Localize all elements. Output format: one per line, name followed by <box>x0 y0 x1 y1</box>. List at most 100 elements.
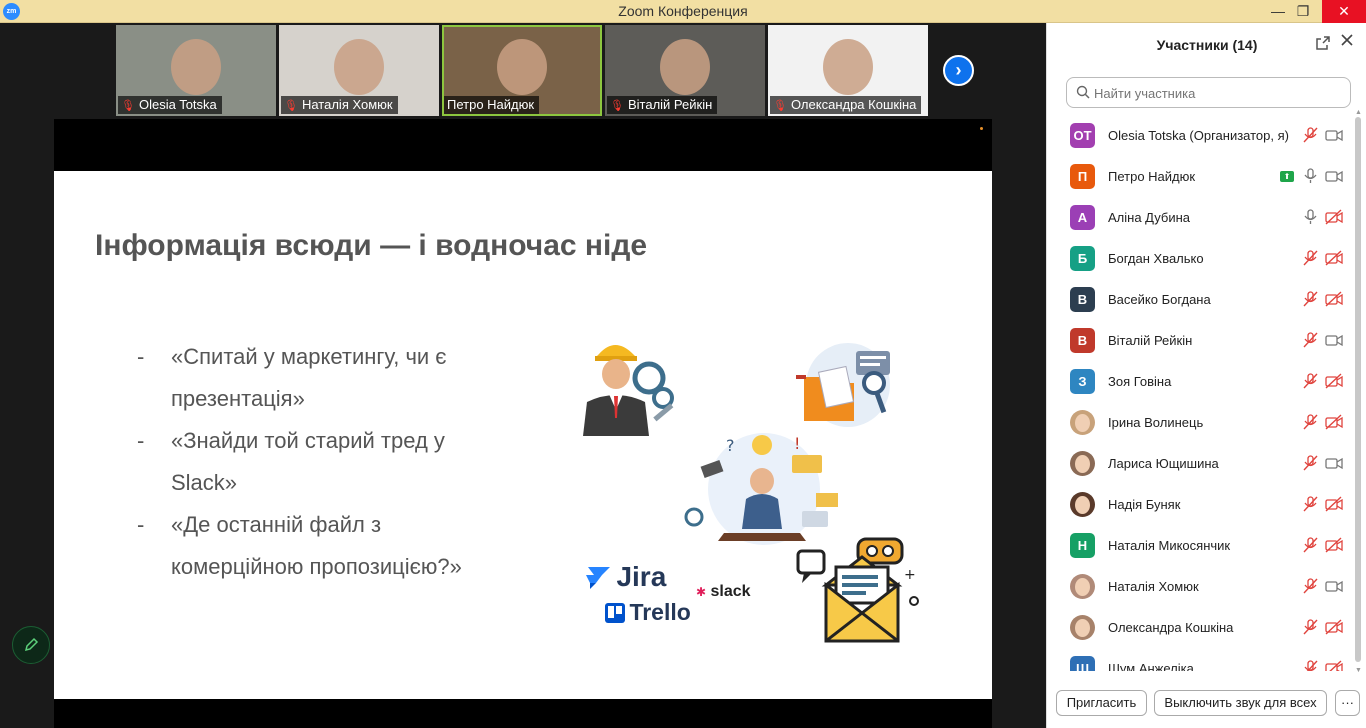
video-off-icon[interactable] <box>1325 537 1343 553</box>
mic-muted-icon: 🎙 <box>610 100 624 112</box>
video-on-icon[interactable] <box>1325 578 1343 594</box>
mic-on-icon[interactable] <box>1302 209 1320 225</box>
maximize-button[interactable]: ❐ <box>1281 0 1325 23</box>
svg-text:?: ? <box>726 436 735 455</box>
participant-row[interactable]: В Віталій Рейкін <box>1047 320 1357 361</box>
mic-muted-icon[interactable] <box>1302 414 1320 430</box>
avatar: Н <box>1070 533 1095 558</box>
participant-row[interactable]: Лариса Ющишина <box>1047 443 1357 484</box>
video-participant-name: Віталій Рейкін <box>627 97 713 112</box>
participants-list: ОТ Olesia Totska (Организатор, я) П Петро Н… <box>1047 115 1357 671</box>
mic-muted-icon[interactable] <box>1302 332 1320 348</box>
participant-row[interactable]: Ірина Волинець <box>1047 402 1357 443</box>
avatar: ОТ <box>1070 123 1095 148</box>
slide: Інформація всюди — і водночас ніде - «Спи… <box>54 171 992 699</box>
participant-name: Петро Найдюк <box>1108 169 1196 184</box>
mic-muted-icon[interactable] <box>1302 660 1320 671</box>
mic-muted-icon[interactable] <box>1302 373 1320 389</box>
video-thumbnail[interactable]: 🎙 Віталій Рейкін <box>605 25 765 116</box>
screen-sharing-icon: ⬆ <box>1280 171 1294 182</box>
folder-search-illustration-icon <box>796 343 890 427</box>
video-on-icon[interactable] <box>1325 455 1343 471</box>
mic-muted-icon[interactable] <box>1302 619 1320 635</box>
mic-muted-icon[interactable] <box>1302 537 1320 553</box>
multitasking-illustration-icon: ? ! <box>684 433 838 545</box>
video-thumbnail[interactable]: 🎙 Олександра Кошкіна <box>768 25 928 116</box>
scroll-down-arrow-icon[interactable]: ▼ <box>1355 667 1362 674</box>
mic-muted-icon[interactable] <box>1302 127 1320 143</box>
participant-row[interactable]: Наталія Хомюк <box>1047 566 1357 607</box>
mic-muted-icon[interactable] <box>1302 250 1320 266</box>
participant-row[interactable]: Н Наталія Микосянчик <box>1047 525 1357 566</box>
participant-row[interactable]: А Аліна Дубина <box>1047 197 1357 238</box>
participant-row[interactable]: ОТ Olesia Totska (Организатор, я) <box>1047 115 1357 156</box>
mute-all-button[interactable]: Выключить звук для всех <box>1154 690 1327 716</box>
video-on-icon[interactable] <box>1325 332 1343 348</box>
video-on-icon[interactable] <box>1325 168 1343 184</box>
participant-name: Olesia Totska (Организатор, я) <box>1108 128 1289 143</box>
video-off-icon[interactable] <box>1325 619 1343 635</box>
scrollbar[interactable] <box>1355 117 1361 662</box>
video-off-icon[interactable] <box>1325 209 1343 225</box>
mic-muted-icon[interactable] <box>1302 455 1320 471</box>
slide-bullet: - «Де останній файл з комерційною пропози… <box>137 512 462 579</box>
participant-search[interactable] <box>1066 77 1351 108</box>
mic-muted-icon[interactable] <box>1302 496 1320 512</box>
popout-icon[interactable] <box>1315 35 1331 51</box>
avatar <box>1070 492 1095 517</box>
avatar: В <box>1070 287 1095 312</box>
close-panel-icon[interactable] <box>1340 33 1356 49</box>
next-page-arrow-icon[interactable]: › <box>943 55 974 86</box>
participant-name: Богдан Хвалько <box>1108 251 1204 266</box>
video-participant-name: Olesia Totska <box>138 97 217 112</box>
participant-name: Зоя Говіна <box>1108 374 1172 389</box>
close-button[interactable]: ✕ <box>1322 0 1366 23</box>
avatar <box>1070 574 1095 599</box>
slide-bullet: - «Знайди той старий тред у Slack» <box>137 428 445 495</box>
video-off-icon[interactable] <box>1325 373 1343 389</box>
video-off-icon[interactable] <box>1325 496 1343 512</box>
avatar: Ш <box>1070 656 1095 671</box>
avatar: А <box>1070 205 1095 230</box>
participant-row[interactable]: В Васейко Богдана <box>1047 279 1357 320</box>
window-title: Zoom Конференция <box>618 3 748 19</box>
participant-row[interactable]: Олександра Кошкіна <box>1047 607 1357 648</box>
avatar: З <box>1070 369 1095 394</box>
more-options-button[interactable]: ··· <box>1335 690 1360 716</box>
screen-share: Інформація всюди — і водночас ніде - «Спи… <box>54 119 992 728</box>
envelope-messages-illustration-icon: + <box>796 537 919 643</box>
participant-row[interactable]: П Петро Найдюк ⬆ <box>1047 156 1357 197</box>
svg-text:+: + <box>904 567 916 583</box>
participant-row[interactable]: З Зоя Говіна <box>1047 361 1357 402</box>
participant-row[interactable]: Б Богдан Хвалько <box>1047 238 1357 279</box>
participant-video-face <box>497 39 547 95</box>
participant-row[interactable]: Ш Шум Анжеліка <box>1047 648 1357 671</box>
video-on-icon[interactable] <box>1325 127 1343 143</box>
annotate-pen-button[interactable] <box>12 626 50 664</box>
slide-title: Інформація всюди — і водночас ніде <box>95 229 648 262</box>
mic-muted-icon[interactable] <box>1302 578 1320 594</box>
search-input[interactable] <box>1094 83 1344 103</box>
participant-name: Віталій Рейкін <box>1108 333 1193 348</box>
video-thumbnail[interactable]: 🎙 Наталія Хомюк <box>279 25 439 116</box>
video-off-icon[interactable] <box>1325 660 1343 671</box>
jira-logo: Jira <box>582 561 666 593</box>
video-off-icon[interactable] <box>1325 414 1343 430</box>
avatar <box>1070 451 1095 476</box>
svg-text:!: ! <box>794 434 800 453</box>
mic-on-icon[interactable] <box>1302 168 1320 184</box>
video-thumbnail[interactable]: 🎙 Olesia Totska <box>116 25 276 116</box>
participant-row[interactable]: Надія Буняк <box>1047 484 1357 525</box>
avatar <box>1070 615 1095 640</box>
invite-button[interactable]: Пригласить <box>1056 690 1147 716</box>
participant-name: Наталія Хомюк <box>1108 579 1199 594</box>
video-off-icon[interactable] <box>1325 250 1343 266</box>
slide-bullet: - «Спитай у маркетингу, чи є презентація» <box>137 344 447 411</box>
video-nameplate: 🎙 Olesia Totska <box>118 96 222 114</box>
participant-video-face <box>171 39 221 95</box>
avatar <box>1070 410 1095 435</box>
mic-muted-icon: 🎙 <box>284 100 298 112</box>
mic-muted-icon[interactable] <box>1302 291 1320 307</box>
video-thumbnail[interactable]: Петро Найдюк <box>442 25 602 116</box>
video-off-icon[interactable] <box>1325 291 1343 307</box>
